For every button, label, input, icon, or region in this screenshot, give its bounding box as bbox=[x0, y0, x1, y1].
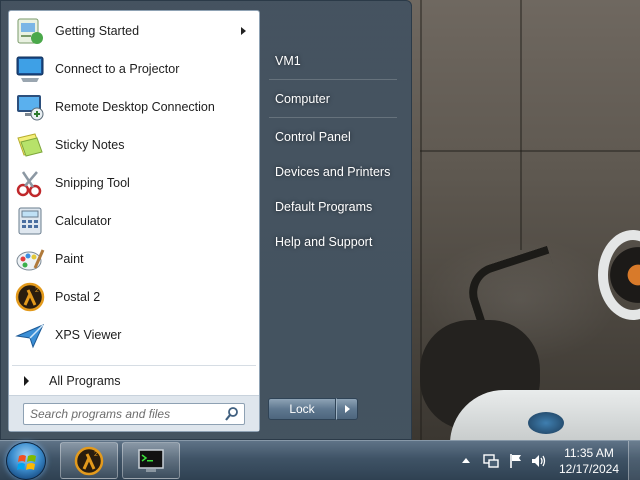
submenu-arrow-icon bbox=[241, 27, 246, 35]
lock-label: Lock bbox=[289, 402, 315, 416]
program-label: Remote Desktop Connection bbox=[55, 100, 215, 114]
program-postal-2[interactable]: 2 Postal 2 bbox=[12, 279, 256, 315]
all-programs-button[interactable]: All Programs bbox=[12, 366, 256, 396]
program-connect-to-projector[interactable]: Connect to a Projector bbox=[12, 51, 256, 87]
sticky-notes-icon bbox=[14, 129, 46, 161]
windows-logo-icon bbox=[17, 455, 36, 470]
program-label: Connect to a Projector bbox=[55, 62, 180, 76]
program-xps-viewer[interactable]: XPS Viewer bbox=[12, 317, 256, 353]
portal-gun-ring bbox=[598, 230, 640, 320]
chevron-right-icon bbox=[345, 405, 350, 413]
program-label: Sticky Notes bbox=[55, 138, 125, 152]
start-menu: Getting Started Connect to a Projector R… bbox=[0, 0, 412, 440]
calculator-icon bbox=[14, 205, 46, 237]
program-label: Snipping Tool bbox=[55, 176, 130, 190]
start-button[interactable] bbox=[6, 442, 46, 480]
right-item-label: Help and Support bbox=[275, 235, 373, 249]
right-item-label: Control Panel bbox=[275, 130, 351, 144]
lock-button[interactable]: Lock bbox=[268, 398, 336, 420]
right-item-user[interactable]: VM1 bbox=[267, 47, 401, 75]
snipping-tool-icon bbox=[14, 167, 46, 199]
svg-text:2: 2 bbox=[94, 451, 98, 458]
expand-arrow-icon bbox=[24, 376, 29, 386]
program-snipping-tool[interactable]: Snipping Tool bbox=[12, 165, 256, 201]
postal2-icon: 2 bbox=[14, 281, 46, 313]
program-label: Paint bbox=[55, 252, 84, 266]
terminal-icon bbox=[138, 448, 164, 472]
right-item-label: VM1 bbox=[275, 54, 301, 68]
search-box[interactable] bbox=[23, 403, 245, 425]
shutdown-options-button[interactable] bbox=[336, 398, 358, 420]
show-desktop-button[interactable] bbox=[628, 441, 640, 480]
right-item-label: Default Programs bbox=[275, 200, 373, 214]
right-item-label: Devices and Printers bbox=[275, 165, 391, 179]
xps-viewer-icon bbox=[14, 319, 46, 351]
program-label: XPS Viewer bbox=[55, 328, 122, 342]
search-input[interactable] bbox=[30, 406, 220, 422]
right-item-control-panel[interactable]: Control Panel bbox=[267, 123, 401, 151]
all-programs-label: All Programs bbox=[49, 374, 121, 388]
program-label: Getting Started bbox=[55, 24, 140, 38]
search-icon[interactable] bbox=[224, 406, 240, 422]
program-calculator[interactable]: Calculator bbox=[12, 203, 256, 239]
program-sticky-notes[interactable]: Sticky Notes bbox=[12, 127, 256, 163]
projector-icon bbox=[14, 53, 46, 85]
clock-time[interactable]: 11:35 AM bbox=[553, 446, 625, 460]
right-item-label: Computer bbox=[275, 92, 330, 106]
programs-pane: Getting Started Connect to a Projector R… bbox=[8, 10, 260, 432]
show-hidden-icons-icon[interactable] bbox=[462, 458, 470, 463]
right-item-help-support[interactable]: Help and Support bbox=[267, 228, 401, 256]
program-remote-desktop[interactable]: Remote Desktop Connection bbox=[12, 89, 256, 125]
right-separator bbox=[269, 79, 397, 80]
postal2-icon: 2 bbox=[74, 446, 104, 475]
getting-started-icon bbox=[14, 15, 46, 47]
terminal-taskbar-button[interactable] bbox=[122, 442, 180, 479]
program-paint[interactable]: Paint bbox=[12, 241, 256, 277]
right-separator bbox=[269, 117, 397, 118]
program-label: Postal 2 bbox=[55, 290, 101, 304]
volume-icon[interactable] bbox=[530, 452, 548, 470]
portal-gun-lens bbox=[528, 412, 564, 434]
program-getting-started[interactable]: Getting Started bbox=[12, 13, 256, 49]
clock-date[interactable]: 12/17/2024 bbox=[553, 462, 625, 476]
action-center-flag-icon[interactable] bbox=[507, 452, 525, 470]
right-item-default-programs[interactable]: Default Programs bbox=[267, 193, 401, 221]
right-item-devices-printers[interactable]: Devices and Printers bbox=[267, 158, 401, 186]
search-area bbox=[9, 395, 259, 431]
network-icon[interactable] bbox=[482, 452, 500, 470]
svg-text:2: 2 bbox=[35, 287, 39, 294]
paint-icon bbox=[14, 243, 46, 275]
taskbar: 2 11:35 AM 12/17/2024 bbox=[0, 440, 640, 480]
remote-desktop-icon bbox=[14, 91, 46, 123]
program-label: Calculator bbox=[55, 214, 112, 228]
right-item-computer[interactable]: Computer bbox=[267, 85, 401, 113]
postal2-taskbar-button[interactable]: 2 bbox=[60, 442, 118, 479]
